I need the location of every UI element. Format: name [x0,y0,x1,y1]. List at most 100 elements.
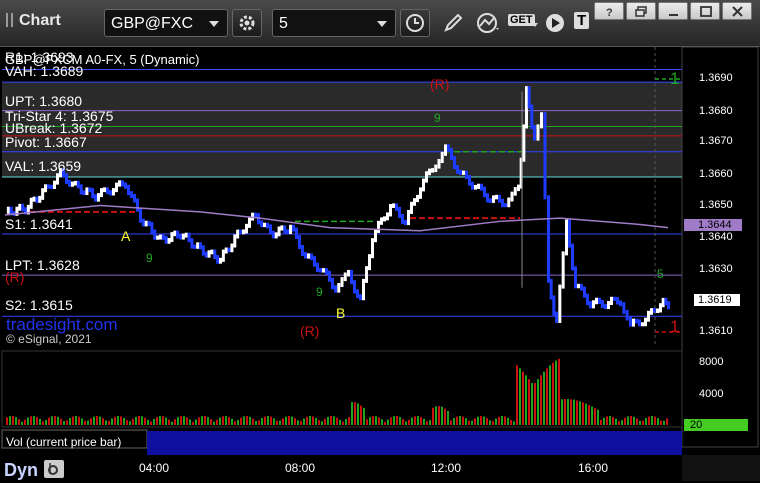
studies-button[interactable] [472,9,502,37]
price-bar [313,256,316,267]
price-bar [368,254,371,271]
play-button[interactable] [540,9,570,37]
price-bar [383,216,386,222]
minimize-button[interactable] [658,2,688,20]
volume-bar [54,416,56,425]
volume-bar [393,416,395,425]
price-tick: 1.3690 [699,72,733,84]
volume-bar [456,416,458,425]
price-bar [41,188,45,200]
volume-bar [405,421,407,425]
help-button[interactable]: ? [594,2,624,20]
chevron-down-icon[interactable] [377,21,387,27]
interval-selector[interactable]: 5 [272,9,396,37]
price-bar [82,190,86,196]
price-bar [85,187,89,196]
time-tick: 16:00 [578,461,609,475]
volume-bar [609,416,611,425]
chevron-down-icon[interactable] [209,21,219,27]
price-bar [625,309,629,321]
price-bar [571,243,574,271]
volume-bar [171,421,173,425]
volume-bar [483,416,485,425]
volume-bar [309,416,311,425]
volume-bar [504,416,506,425]
get-button[interactable]: GET [506,9,538,37]
volume-bar [126,420,128,425]
volume-bar [96,416,98,425]
volume-bar [639,420,641,425]
volume-bar [507,417,509,425]
price-bar [659,303,662,313]
price-bar [187,232,191,243]
price-bar [522,124,526,162]
volume-bar [330,416,332,425]
volume-bar [495,418,497,425]
price-bar [280,225,284,231]
price-bar [68,179,71,187]
price-bar [94,194,97,202]
price-bar [601,299,604,309]
price-bar [661,297,665,308]
price-bar [507,197,511,208]
price-bar [304,252,307,259]
price-bar [459,169,462,175]
volume-bar [252,418,254,425]
price-bar [193,244,197,249]
price-bar [392,203,395,208]
price-bar [474,184,477,190]
volume-bar [516,365,518,425]
volume-bar [165,417,167,425]
chart-panel[interactable]: GBP@FXCM A0-FX, 5 (Dynamic) R1: 1.3693 V… [0,47,760,481]
price-bar [65,173,68,184]
time-tick: 08:00 [285,461,316,475]
volume-bar [66,420,68,425]
price-bar [331,277,334,290]
point-b-mark: B [336,305,346,321]
price-bar [337,282,341,293]
level-label-s1: S1: 1.3641 [5,216,73,232]
volume-bar [384,421,386,425]
price-bar [340,277,344,287]
volume-bar [168,419,170,425]
price-chart[interactable] [0,47,760,481]
clock-button[interactable] [400,9,430,37]
price-bar [547,195,550,283]
restore-button[interactable] [626,2,656,20]
symbol-selector[interactable]: GBP@FXC [104,9,228,37]
price-bar [79,184,83,195]
volume-bar [231,418,233,425]
volume-bar [591,406,593,425]
price-bar [543,112,547,200]
chevron-down-icon[interactable] [532,23,538,27]
current-price-tag: 1.3619 [694,294,740,306]
volume-bar [567,399,569,425]
volume-bar [153,418,155,425]
volume-bar [420,416,422,425]
volume-bar [276,420,278,425]
play-icon [546,14,564,32]
volume-bar [285,416,287,425]
price-bar [468,175,471,186]
settings-gear-button[interactable] [232,9,262,37]
volume-bar [21,421,23,425]
volume-bar [102,418,104,425]
pivot-mark-r-bottom: (R) [300,323,320,339]
price-bar [233,234,237,248]
link-chain-icon[interactable] [44,460,64,478]
price-bar [121,180,124,187]
price-bar [504,203,507,208]
drag-grip-icon[interactable] [6,13,13,27]
pencil-icon [444,13,463,32]
draw-pencil-button[interactable] [438,9,468,37]
price-bar [667,301,670,310]
volume-bar [135,416,137,425]
volume-bar [108,420,110,425]
volume-bar [570,399,572,425]
volume-bar [303,418,305,425]
volume-bar [615,418,617,425]
close-button[interactable] [722,2,752,20]
price-bar [386,212,389,221]
volume-bar [582,402,584,425]
maximize-button[interactable] [690,2,720,20]
